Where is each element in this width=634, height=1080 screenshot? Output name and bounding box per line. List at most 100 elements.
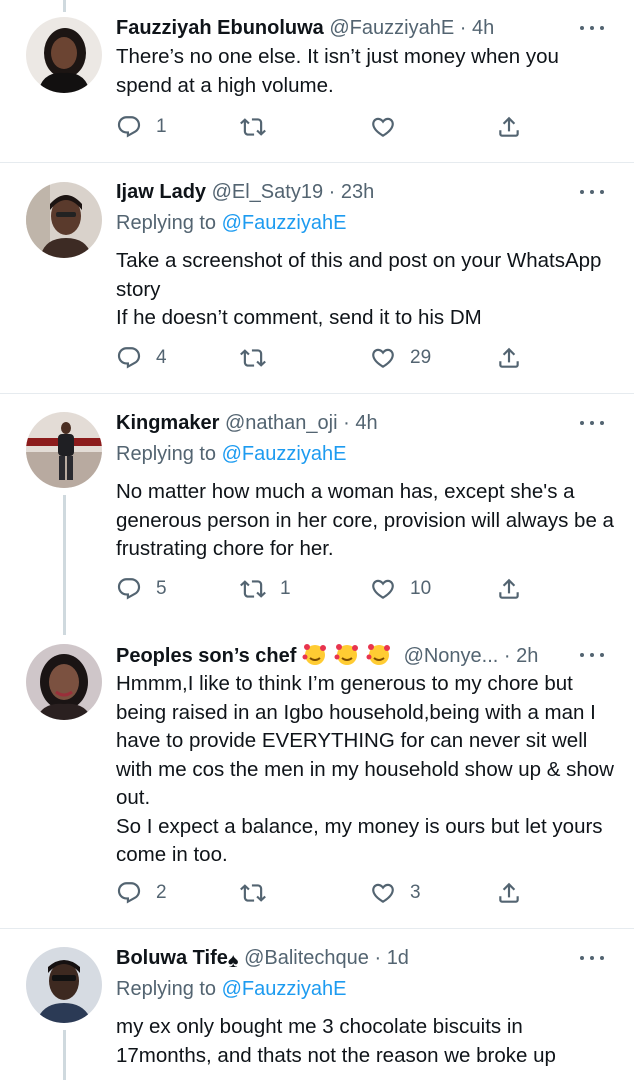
tweet-text: Take a screenshot of this and post on yo…	[116, 249, 602, 329]
like-button[interactable]: 10	[370, 574, 431, 604]
reply-button[interactable]: 2	[116, 878, 167, 908]
reply-button[interactable]: 1	[116, 112, 167, 142]
display-name[interactable]: Ijaw Lady	[116, 181, 206, 203]
reply-count: 5	[156, 578, 167, 599]
name-emojis	[302, 644, 404, 667]
retweet-count: 1	[280, 578, 291, 599]
like-count: 10	[410, 578, 432, 599]
reply-icon	[116, 345, 142, 371]
retweet-icon	[240, 345, 266, 371]
reply-icon	[116, 114, 142, 140]
username[interactable]: @Balitechque	[244, 947, 369, 969]
tweet[interactable]: Boluwa Tife♠ @Balitechque · 1d Replying …	[0, 929, 634, 1080]
avatar[interactable]	[26, 412, 102, 488]
more-icon[interactable]	[580, 652, 604, 658]
replying-to-handle[interactable]: @FauzziyahE	[222, 978, 347, 1000]
replying-to: Replying to @FauzziyahE	[116, 209, 346, 237]
tweet[interactable]: Ijaw Lady @El_Saty19 · 23h Replying to @…	[0, 163, 634, 393]
username[interactable]: @FauzziyahE	[329, 17, 454, 39]
share-button[interactable]	[496, 343, 522, 373]
share-button[interactable]	[496, 112, 522, 142]
replying-to: Replying to @FauzziyahE	[116, 440, 346, 468]
more-icon[interactable]	[580, 25, 604, 31]
timestamp[interactable]: 23h	[341, 181, 374, 203]
heart-icon	[370, 576, 396, 602]
tweet-actions: 1	[116, 112, 526, 142]
reply-count: 1	[156, 116, 167, 137]
separator: ·	[328, 181, 336, 203]
share-button[interactable]	[496, 574, 522, 604]
retweet-icon	[240, 880, 266, 906]
separator: ·	[343, 412, 350, 434]
reply-icon	[116, 880, 142, 906]
tweet[interactable]: Kingmaker @nathan_oji · 4h Replying to @…	[0, 394, 634, 626]
share-icon	[496, 345, 522, 371]
tweet[interactable]: Peoples son’s chef @Nonye... · 2h Hmmm,I…	[0, 626, 634, 928]
avatar[interactable]	[26, 644, 102, 720]
avatar[interactable]	[26, 947, 102, 1023]
replying-to-label: Replying to	[116, 212, 217, 234]
tweet-actions: 5 1 10	[116, 574, 526, 604]
separator: ·	[503, 645, 511, 667]
timestamp[interactable]: 1d	[387, 947, 409, 969]
replying-to-label: Replying to	[116, 443, 217, 465]
tweet-header: Boluwa Tife♠ @Balitechque · 1d	[116, 944, 604, 972]
replying-to-handle[interactable]: @FauzziyahE	[222, 212, 347, 234]
retweet-icon	[240, 114, 266, 140]
separator: ·	[374, 947, 382, 969]
username[interactable]: @Nonye...	[404, 645, 499, 667]
tweet-actions: 2 3	[116, 878, 526, 908]
retweet-button[interactable]	[240, 343, 280, 373]
display-name[interactable]: Peoples son’s chef	[116, 645, 296, 667]
tweet[interactable]: Fauzziyah Ebunoluwa @FauzziyahE · 4h The…	[0, 0, 634, 162]
display-name[interactable]: Fauzziyah Ebunoluwa	[116, 17, 324, 39]
reply-button[interactable]: 4	[116, 343, 167, 373]
heart-icon	[370, 345, 396, 371]
replying-to-handle[interactable]: @FauzziyahE	[222, 443, 347, 465]
more-icon[interactable]	[580, 420, 604, 426]
timestamp[interactable]: 2h	[516, 645, 538, 667]
share-icon	[496, 114, 522, 140]
display-name[interactable]: Kingmaker	[116, 412, 219, 434]
tweet-text: Hmmm,I like to think I’m generous to my …	[116, 672, 614, 866]
avatar[interactable]	[26, 182, 102, 258]
username[interactable]: @nathan_oji	[225, 412, 338, 434]
heart-icon	[370, 114, 396, 140]
avatar[interactable]	[26, 17, 102, 93]
tweet-header: Fauzziyah Ebunoluwa @FauzziyahE · 4h	[116, 14, 604, 42]
share-button[interactable]	[496, 878, 522, 908]
retweet-button[interactable]	[240, 112, 280, 142]
share-icon	[496, 880, 522, 906]
tweet-text: my ex only bought me 3 chocolate biscuit…	[116, 1015, 556, 1067]
display-name[interactable]: Boluwa Tife	[116, 947, 228, 969]
like-count: 29	[410, 347, 432, 368]
timestamp[interactable]: 4h	[355, 412, 377, 434]
tweet-text: There’s no one else. It isn’t just money…	[116, 45, 565, 97]
replying-to-label: Replying to	[116, 978, 217, 1000]
username[interactable]: @El_Saty19	[212, 181, 323, 203]
reply-icon	[116, 576, 142, 602]
reply-count: 4	[156, 347, 167, 368]
like-button[interactable]: 29	[370, 343, 431, 373]
share-icon	[496, 576, 522, 602]
tweet-text: No matter how much a woman has, except s…	[116, 480, 620, 560]
smiling-face-with-hearts-icon	[302, 644, 326, 665]
more-icon[interactable]	[580, 955, 604, 961]
separator: ·	[459, 17, 467, 39]
tweet-header: Kingmaker @nathan_oji · 4h	[116, 409, 604, 437]
reply-button[interactable]: 5	[116, 574, 167, 604]
timestamp[interactable]: 4h	[472, 17, 494, 39]
smiling-face-with-hearts-icon	[366, 644, 390, 665]
retweet-button[interactable]: 1	[240, 574, 291, 604]
retweet-button[interactable]	[240, 878, 280, 908]
tweet-actions: 4 29	[116, 343, 526, 373]
like-button[interactable]	[370, 112, 410, 142]
like-count: 3	[410, 882, 421, 903]
reply-count: 2	[156, 882, 167, 903]
tweet-header: Ijaw Lady @El_Saty19 · 23h	[116, 178, 604, 206]
replying-to: Replying to @FauzziyahE	[116, 975, 346, 1003]
heart-icon	[370, 880, 396, 906]
like-button[interactable]: 3	[370, 878, 421, 908]
tweet-header: Peoples son’s chef @Nonye... · 2h	[116, 641, 604, 669]
more-icon[interactable]	[580, 189, 604, 195]
